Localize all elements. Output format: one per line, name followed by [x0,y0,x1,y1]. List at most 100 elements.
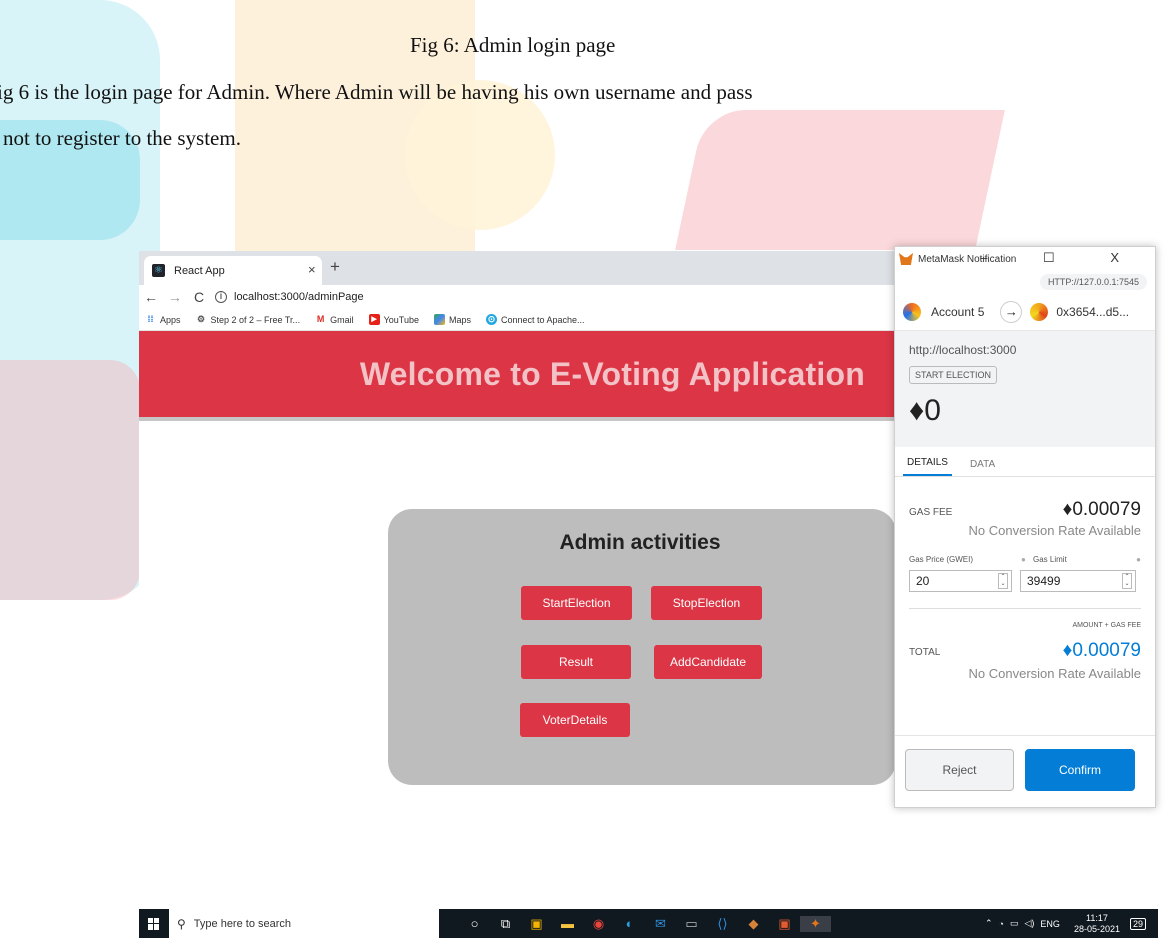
vscode-icon[interactable]: ⟨⟩ [707,916,738,932]
apps-grid-icon: ⁞⁞ [147,314,154,324]
search-placeholder: Type here to search [193,917,292,930]
from-account-name: Account 5 [931,304,985,319]
start-election-button[interactable]: StartElection [521,586,632,620]
clock[interactable]: 11:17 28-05-2021 [1074,913,1120,935]
volume-icon[interactable]: ◁) [1025,918,1035,929]
store-icon[interactable]: ▣ [521,916,552,932]
watermark-red-shape [0,360,140,600]
network-label: HTTP://127.0.0.1:7545 [1039,274,1147,290]
action-footer: Reject Confirm [895,735,1155,795]
cortana-icon[interactable]: ○ [459,916,490,932]
gas-limit-value: 39499 [1027,574,1061,588]
metamask-fox-icon [899,253,913,265]
gas-fee-value: ♦0.00079 [1062,499,1141,520]
voter-details-button[interactable]: VoterDetails [520,703,630,737]
app-header: Welcome to E-Voting Application [139,331,899,421]
add-candidate-button[interactable]: AddCandidate [654,645,762,679]
windows-taskbar: ⚲ Type here to search ○ ⧉ ▣ ▬ ◉ ◐ ✉ ▭ ⟨⟩… [139,909,1158,938]
paragraph-line: not to register to the system. [3,126,241,150]
tab-title: React App [174,264,225,277]
new-tab-button[interactable]: + [330,257,340,277]
details-tabs: DETAILS DATA [895,447,1155,477]
gear-icon: ⚙ [196,314,206,324]
info-icon[interactable]: i [215,291,227,303]
bookmark-label: Gmail [330,314,354,325]
bookmark-label: YouTube [383,314,419,325]
to-account-avatar [1030,302,1049,321]
tab-data[interactable]: DATA [966,459,999,476]
bookmark-gmail[interactable]: M Gmail [315,314,354,325]
chrome-icon[interactable]: ◉ [583,916,614,932]
network-icon[interactable]: ◔ [999,919,1004,929]
address-bar[interactable]: i localhost:3000/adminPage [215,291,364,303]
gas-limit-input[interactable]: 39499 ⌃ ⌄ [1020,570,1136,592]
amount-gas-fee-label: AMOUNT + GAS FEE [1072,622,1141,629]
bookmark-label: Apps [160,314,181,325]
forward-icon[interactable]: → [163,289,187,305]
total-label: TOTAL [909,647,941,658]
gas-price-input[interactable]: 20 ⌃ ⌄ [909,570,1012,592]
search-box[interactable]: ⚲ Type here to search [169,909,439,938]
method-badge: START ELECTION [909,366,998,384]
language-indicator[interactable]: ENG [1040,919,1060,929]
start-button[interactable] [139,917,169,930]
browser-window: ⚛ React App × + ← → C i localhost:3000/a… [139,251,899,811]
card-title: Admin activities [559,531,721,554]
figure-caption: Fig 6: Admin login page [410,33,616,57]
result-button[interactable]: Result [521,645,631,679]
network-indicator: HTTP://127.0.0.1:7545 [895,271,1155,293]
window-controls[interactable]: – ☐ X [980,250,1145,266]
gas-limit-label: Gas Limit [1033,555,1067,564]
notification-badge[interactable]: 29 [1129,917,1146,930]
bookmark-apps[interactable]: ⁞⁞ Apps [145,314,181,325]
file-explorer-icon[interactable]: ▬ [552,916,583,932]
stepper-icon[interactable]: ⌃ ⌄ [1122,573,1132,589]
windows-logo-icon [148,917,160,930]
tray-chevron-icon[interactable]: ⌃ [985,918,993,929]
clock-time: 11:17 [1086,912,1108,923]
window-titlebar: MetaMask Notification – ☐ X [895,247,1155,271]
gas-fee-label: GAS FEE [909,507,953,518]
apache-icon: ⊙ [485,314,497,325]
info-icon: ● [1136,555,1141,564]
no-conversion-text: No Conversion Rate Available [968,523,1141,538]
tab-close-icon[interactable]: × [308,262,316,277]
stepper-icon[interactable]: ⌃ ⌄ [998,573,1008,589]
watermark-red-shape [675,110,1005,250]
transaction-value: ♦0 [909,394,941,427]
gas-price-value: 20 [916,574,930,588]
divider [909,608,1141,609]
metamask-taskbar-icon[interactable]: ✦ [800,915,831,932]
bookmark-maps[interactable]: Maps [433,314,471,325]
app-icon[interactable]: ▣ [769,916,800,932]
tab-details[interactable]: DETAILS [903,457,952,476]
bookmark-step2[interactable]: ⚙ Step 2 of 2 – Free Tr... [196,314,300,325]
terminal-icon[interactable]: ▭ [676,916,707,932]
to-address: 0x3654...d5... [1056,304,1130,319]
reject-button[interactable]: Reject [905,749,1014,791]
clock-date: 28-05-2021 [1073,923,1120,934]
confirm-button[interactable]: Confirm [1025,749,1135,791]
from-account-avatar [903,302,921,321]
task-view-icon[interactable]: ⧉ [490,916,521,932]
origin-url: http://localhost:3000 [909,343,1017,357]
system-tray: ⌃ ◔ ▭ ◁) ENG 11:17 28-05-2021 29 [985,913,1158,935]
search-icon: ⚲ [177,916,186,931]
gas-labels: Gas Price (GWEI) ● Gas Limit ● [909,555,1141,564]
bookmark-apache[interactable]: ⊙ Connect to Apache... [485,314,585,325]
battery-icon[interactable]: ▭ [1010,918,1019,929]
reload-icon[interactable]: C [187,289,211,305]
back-icon[interactable]: ← [139,289,163,305]
stop-election-button[interactable]: StopElection [651,586,762,620]
mail-icon[interactable]: ✉ [645,916,676,932]
info-icon: ● [1021,555,1026,564]
bookmarks-bar: ⁞⁞ Apps ⚙ Step 2 of 2 – Free Tr... M Gma… [139,309,899,331]
app-icon[interactable]: ◆ [738,916,769,932]
url-text: localhost:3000/adminPage [234,291,364,303]
edge-icon[interactable]: ◐ [614,916,645,932]
browser-tab[interactable]: ⚛ React App × [144,256,322,285]
bookmark-youtube[interactable]: ▶ YouTube [368,314,419,325]
nav-bar: ← → C i localhost:3000/adminPage [139,285,899,309]
metamask-notification-window: MetaMask Notification – ☐ X HTTP://127.0… [894,246,1156,808]
page-title: Welcome to E-Voting Application [359,355,865,392]
